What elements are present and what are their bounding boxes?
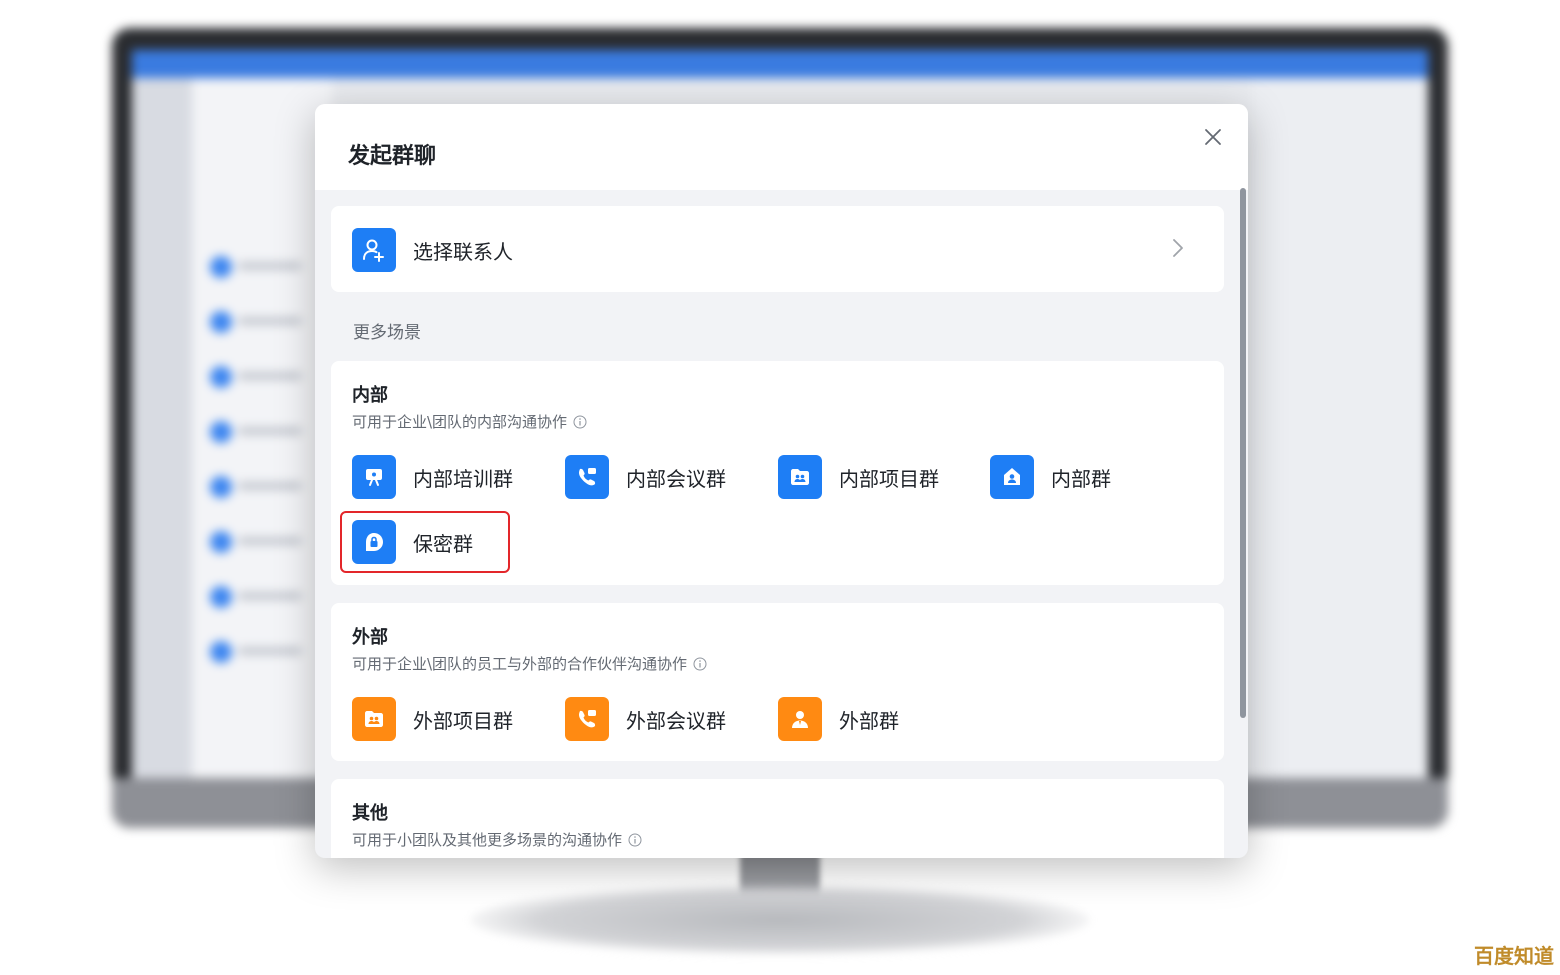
external-desc: 可用于企业\团队的员工与外部的合作伙伴沟通协作 <box>352 653 707 674</box>
folder-users-icon <box>778 455 822 499</box>
create-group-dialog: 发起群聊 选择联系人 更多场景 内部 可用于企业\团队的内部沟通协作 内部培训群… <box>315 104 1248 858</box>
close-icon <box>1205 129 1221 145</box>
internal-desc: 可用于企业\团队的内部沟通协作 <box>352 411 587 432</box>
bg-list-item <box>204 415 314 449</box>
option-label: 外部群 <box>839 708 899 733</box>
external-desc-text: 可用于企业\团队的员工与外部的合作伙伴沟通协作 <box>352 655 688 673</box>
bg-chat-panel <box>1252 78 1428 778</box>
bg-list-item <box>204 635 314 669</box>
other-desc: 可用于小团队及其他更多场景的沟通协作 <box>352 829 642 850</box>
more-scenes-label: 更多场景 <box>353 323 421 343</box>
other-desc-text: 可用于小团队及其他更多场景的沟通协作 <box>352 831 623 849</box>
option-label: 内部群 <box>1051 466 1111 491</box>
lock-icon <box>352 520 396 564</box>
internal-desc-text: 可用于企业\团队的内部沟通协作 <box>352 413 568 431</box>
dialog-title: 发起群聊 <box>348 144 437 169</box>
info-icon[interactable] <box>693 657 707 671</box>
internal-meeting-group-option[interactable]: 内部会议群 <box>565 455 726 499</box>
option-label: 内部会议群 <box>626 466 726 491</box>
option-label: 内部培训群 <box>413 466 513 491</box>
other-section: 其他 可用于小团队及其他更多场景的沟通协作 <box>331 779 1224 858</box>
internal-group-option[interactable]: 内部群 <box>990 455 1111 499</box>
internal-title: 内部 <box>352 385 388 406</box>
external-group-option[interactable]: 外部群 <box>778 697 899 741</box>
scrollbar[interactable] <box>1240 188 1246 718</box>
select-contacts-label: 选择联系人 <box>413 240 513 264</box>
option-label: 内部项目群 <box>839 466 939 491</box>
option-label: 保密群 <box>413 531 473 556</box>
training-icon <box>352 455 396 499</box>
external-project-group-option[interactable]: 外部项目群 <box>352 697 513 741</box>
option-label: 外部会议群 <box>626 708 726 733</box>
watermark-logo: 百度知道 <box>1474 944 1554 968</box>
select-contacts-button[interactable]: 选择联系人 <box>331 206 1224 292</box>
phone-icon <box>565 697 609 741</box>
bg-list-item <box>204 360 314 394</box>
other-title: 其他 <box>352 803 388 824</box>
bg-list-item <box>204 470 314 504</box>
info-icon[interactable] <box>573 415 587 429</box>
bg-list-item <box>204 250 314 284</box>
folder-users-icon <box>352 697 396 741</box>
info-icon[interactable] <box>628 833 642 847</box>
bg-list-item <box>204 525 314 559</box>
close-button[interactable] <box>1200 124 1226 150</box>
internal-project-group-option[interactable]: 内部项目群 <box>778 455 939 499</box>
add-contact-icon <box>352 228 396 272</box>
chevron-right-icon <box>1173 239 1183 257</box>
internal-section: 内部 可用于企业\团队的内部沟通协作 内部培训群 内部会议群 内部项目群 内部群… <box>331 361 1224 585</box>
external-title: 外部 <box>352 627 388 648</box>
private-group-option[interactable]: 保密群 <box>352 520 473 564</box>
monitor-stand-base <box>470 885 1090 955</box>
dialog-header: 发起群聊 <box>315 104 1248 190</box>
external-meeting-group-option[interactable]: 外部会议群 <box>565 697 726 741</box>
building-user-icon <box>990 455 1034 499</box>
option-label: 外部项目群 <box>413 708 513 733</box>
bg-titlebar <box>132 50 1428 78</box>
bg-list-item <box>204 580 314 614</box>
phone-icon <box>565 455 609 499</box>
external-section: 外部 可用于企业\团队的员工与外部的合作伙伴沟通协作 外部项目群 外部会议群 外… <box>331 603 1224 761</box>
bg-sidebar <box>132 78 192 778</box>
user-tie-icon <box>778 697 822 741</box>
internal-training-group-option[interactable]: 内部培训群 <box>352 455 513 499</box>
bg-list-item <box>204 305 314 339</box>
